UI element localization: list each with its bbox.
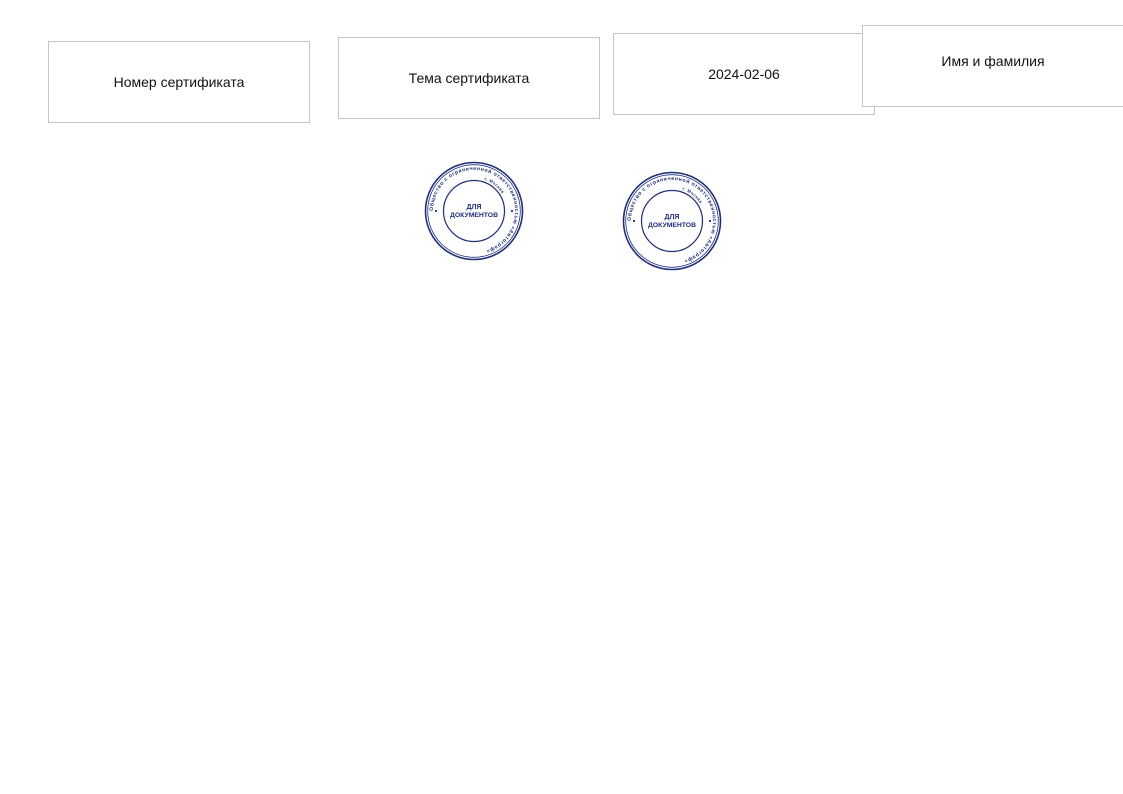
date-label: 2024-02-06 [708,66,780,82]
full-name-field[interactable]: Имя и фамилия [862,25,1123,107]
date-field[interactable]: 2024-02-06 [613,33,875,115]
stamp-seal-1[interactable]: Общество с ограниченной ответственностью… [424,161,524,261]
seal-icon: Общество с ограниченной ответственностью… [622,171,722,271]
stamp-center-line1: ДЛЯ [467,204,482,211]
stamp-center-line2: ДОКУМЕНТОВ [450,212,498,219]
certificate-number-field[interactable]: Номер сертификата [48,41,310,123]
stamp-seal-2[interactable]: Общество с ограниченной ответственностью… [622,171,722,271]
certificate-topic-label: Тема сертификата [408,70,530,86]
certificate-number-label: Номер сертификата [113,74,245,90]
certificate-topic-field[interactable]: Тема сертификата [338,37,600,119]
seal-icon: Общество с ограниченной ответственностью… [424,161,524,261]
stamp-center-line1: ДЛЯ [665,214,680,221]
full-name-label: Имя и фамилия [941,53,1045,69]
stamp-center-line2: ДОКУМЕНТОВ [648,222,696,229]
